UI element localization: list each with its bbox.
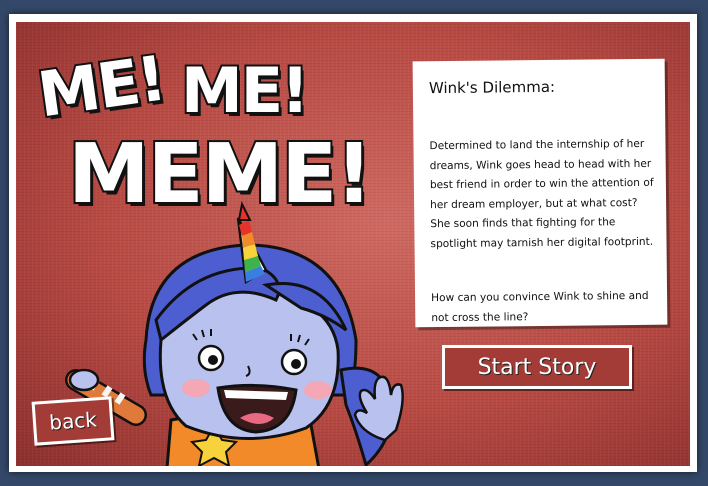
title-me-2: ME!: [179, 52, 311, 129]
story-card: Wink's Dilemma: Determined to land the i…: [412, 58, 668, 328]
title-me-1: ME!: [32, 40, 171, 134]
back-button[interactable]: back: [31, 396, 115, 446]
story-card-question: How can you convince Wink to shine and n…: [431, 289, 649, 324]
start-story-button[interactable]: Start Story: [442, 345, 632, 389]
story-card-body: Determined to land the internship of her…: [429, 137, 654, 251]
story-card-heading: Wink's Dilemma:: [428, 77, 556, 98]
screen-frame: ME! ME! MEME! Wink's Dilemma: Determined…: [0, 0, 708, 486]
game-canvas: ME! ME! MEME! Wink's Dilemma: Determined…: [16, 22, 690, 466]
title-meme: MEME!: [66, 125, 375, 224]
